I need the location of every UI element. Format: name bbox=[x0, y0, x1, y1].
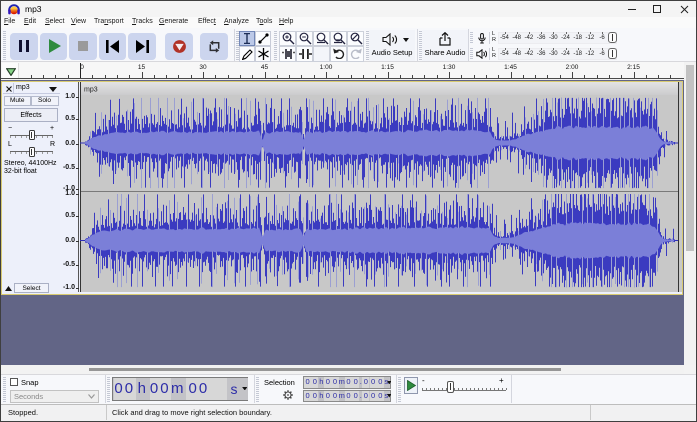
svg-text:mp3: mp3 bbox=[84, 87, 98, 94]
